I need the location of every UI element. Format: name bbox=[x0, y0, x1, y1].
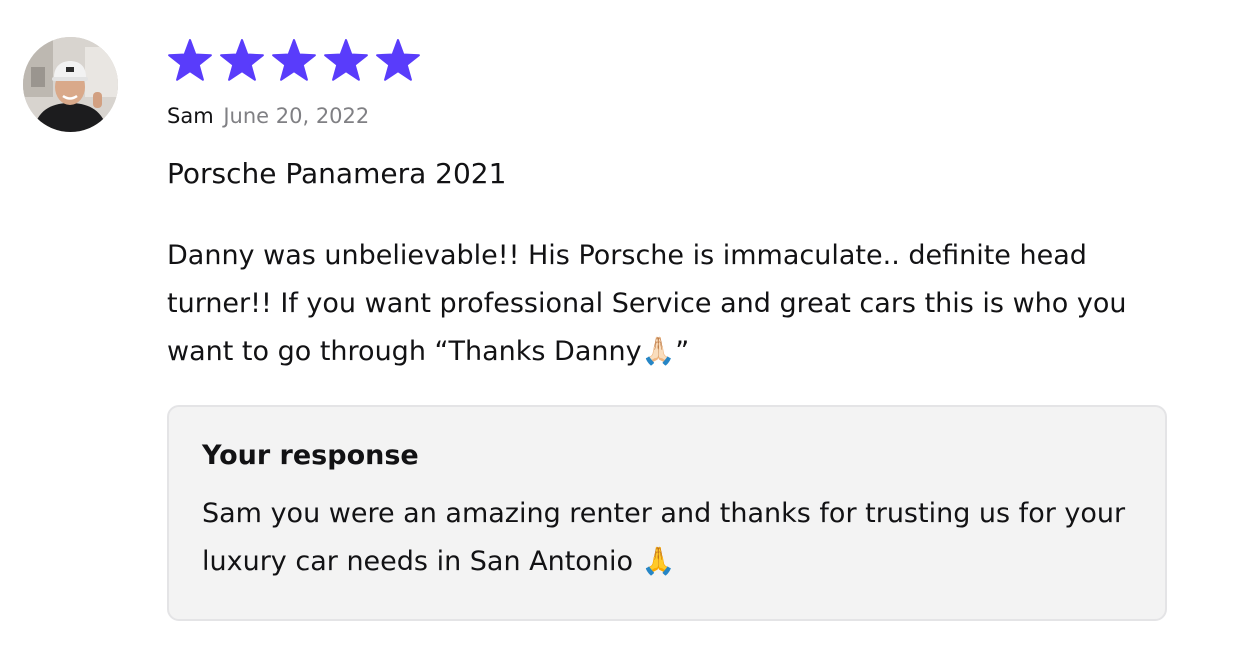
star-rating bbox=[167, 38, 1169, 84]
reviewer-name[interactable]: Sam bbox=[167, 104, 214, 128]
star-icon bbox=[219, 38, 271, 84]
response-text: Sam you were an amazing renter and thank… bbox=[202, 498, 1126, 577]
host-response: Your response Sam you were an amazing re… bbox=[167, 405, 1167, 621]
review-content: Sam June 20, 2022 Porsche Panamera 2021 … bbox=[167, 38, 1169, 621]
review-meta: Sam June 20, 2022 bbox=[167, 102, 1169, 130]
review-date: June 20, 2022 bbox=[223, 104, 370, 128]
star-icon bbox=[375, 38, 427, 84]
response-title: Your response bbox=[202, 440, 419, 471]
vehicle-name: Porsche Panamera 2021 bbox=[167, 157, 507, 190]
avatar-photo bbox=[23, 37, 118, 132]
review-card: Sam June 20, 2022 Porsche Panamera 2021 … bbox=[0, 0, 1240, 660]
star-icon bbox=[323, 38, 375, 84]
reviewer-avatar[interactable] bbox=[23, 37, 118, 132]
star-icon bbox=[271, 38, 323, 84]
review-text: Danny was unbelievable!! His Porsche is … bbox=[167, 240, 1127, 367]
star-icon bbox=[167, 38, 219, 84]
